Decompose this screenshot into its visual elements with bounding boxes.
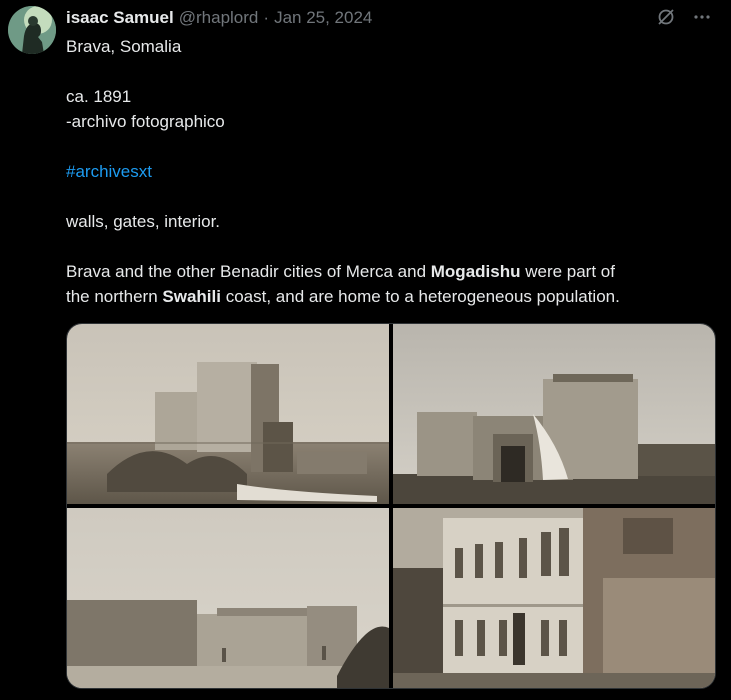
tweet-text: Brava, Somalia ca. 1891 -archivo fotogra… xyxy=(66,34,716,309)
tweet-header: isaac Samuel @rhaplord · Jan 25, 2024 xyxy=(66,6,372,30)
avatar-image xyxy=(8,6,56,54)
media-grid xyxy=(66,323,716,689)
avatar[interactable] xyxy=(8,6,56,54)
bold-word: Mogadishu xyxy=(430,262,521,281)
photo-facade[interactable] xyxy=(393,508,715,688)
text-line: -archivo fotographico xyxy=(66,112,225,131)
photo-gate[interactable] xyxy=(393,324,715,504)
text-paragraph-line: Brava and the other Benadir cities of Me… xyxy=(66,262,615,281)
author-handle[interactable]: @rhaplord xyxy=(179,8,259,28)
separator-dot: · xyxy=(263,8,270,27)
text-line: Brava, Somalia xyxy=(66,37,182,56)
hashtag-link[interactable]: #archivesxt xyxy=(66,162,152,181)
photo-tower[interactable] xyxy=(67,324,389,504)
tweet-actions xyxy=(655,6,713,28)
bold-word: Swahili xyxy=(162,287,221,306)
photo-walls[interactable] xyxy=(67,508,389,688)
text-paragraph-line: the northern Swahili coast, and are home… xyxy=(66,287,620,306)
tweet: isaac Samuel @rhaplord · Jan 25, 2024 Br… xyxy=(0,0,731,700)
text-line: walls, gates, interior. xyxy=(66,212,221,231)
tweet-date[interactable]: Jan 25, 2024 xyxy=(274,8,372,28)
text-line: ca. 1891 xyxy=(66,87,132,106)
more-icon[interactable] xyxy=(691,6,713,28)
author-name[interactable]: isaac Samuel xyxy=(66,8,174,28)
slashed-circle-icon[interactable] xyxy=(655,6,677,28)
